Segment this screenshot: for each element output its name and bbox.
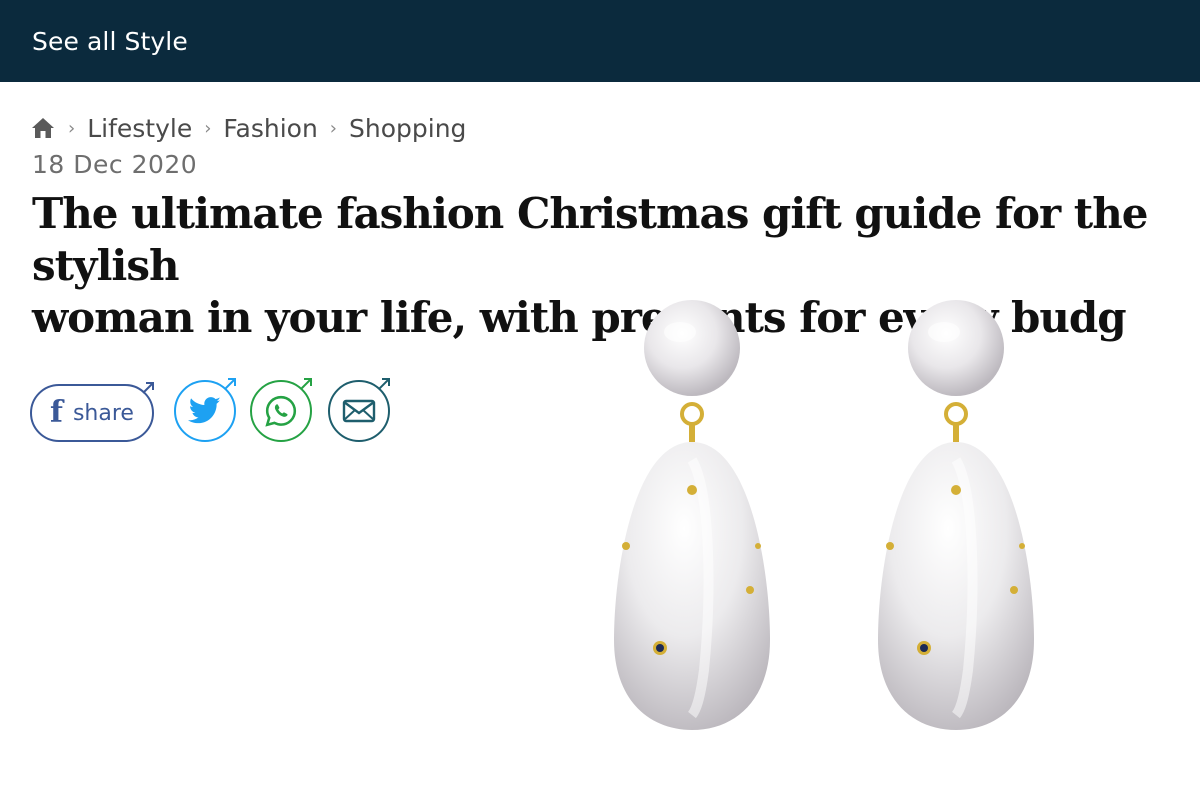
twitter-share-button[interactable] xyxy=(174,378,236,442)
article-date: 18 Dec 2020 xyxy=(32,150,198,179)
facebook-share-button[interactable]: f share xyxy=(30,382,154,442)
whatsapp-icon xyxy=(265,395,297,427)
external-arrow-icon xyxy=(224,378,236,390)
whatsapp-share-button[interactable] xyxy=(250,378,312,442)
pearl-earrings-image xyxy=(614,300,1034,730)
breadcrumb-separator: › xyxy=(204,117,212,139)
breadcrumb-item-shopping[interactable]: Shopping xyxy=(349,114,466,143)
top-navigation-bar: See all Style xyxy=(0,0,1200,82)
external-arrow-icon xyxy=(142,382,154,394)
email-share-button[interactable] xyxy=(328,378,390,442)
twitter-icon xyxy=(188,397,221,424)
external-arrow-icon xyxy=(300,378,312,390)
right-earring xyxy=(878,300,1034,730)
breadcrumb-item-lifestyle[interactable]: Lifestyle xyxy=(87,114,192,143)
breadcrumb-separator: › xyxy=(68,117,76,139)
see-all-style-link[interactable]: See all Style xyxy=(32,27,188,56)
email-icon xyxy=(342,399,376,423)
breadcrumb-separator: › xyxy=(329,117,337,139)
left-earring xyxy=(614,300,770,730)
facebook-icon: f xyxy=(50,395,63,430)
breadcrumb-item-fashion[interactable]: Fashion xyxy=(223,114,317,143)
facebook-share-label: share xyxy=(72,400,134,426)
headline-line-1: The ultimate fashion Christmas gift guid… xyxy=(32,189,1148,290)
breadcrumb: › Lifestyle › Fashion › Shopping xyxy=(30,108,466,148)
home-icon[interactable] xyxy=(30,115,56,141)
external-arrow-icon xyxy=(378,378,390,390)
